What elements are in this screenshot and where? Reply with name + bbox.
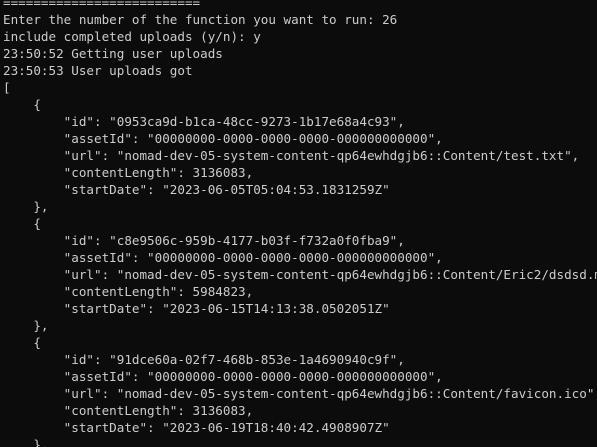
json-field-id: "id": "c8e9506c-959b-4177-b03f-f732a0f0f… [3, 233, 405, 248]
json-field-content-length: "contentLength": 5984823, [3, 284, 254, 299]
json-object-close: }, [3, 318, 49, 333]
json-field-id: "id": "91dce60a-02f7-468b-853e-1a4690940… [3, 352, 405, 367]
terminal-line-log-getting: 23:50:52 Getting user uploads [3, 46, 223, 61]
json-object-open: { [3, 97, 41, 112]
json-field-asset-id: "assetId": "00000000-0000-0000-0000-0000… [3, 250, 443, 265]
json-field-url: "url": "nomad-dev-05-system-content-qp64… [3, 148, 580, 163]
json-object-close: }, [3, 199, 49, 214]
json-field-start-date: "startDate": "2023-06-05T05:04:53.183125… [3, 182, 390, 197]
json-field-content-length: "contentLength": 3136083, [3, 403, 254, 418]
json-field-asset-id: "assetId": "00000000-0000-0000-0000-0000… [3, 369, 443, 384]
json-field-start-date: "startDate": "2023-06-19T18:40:42.490890… [3, 420, 390, 435]
json-array-open: [ [3, 80, 11, 95]
terminal-line-separator: ========================== [3, 0, 201, 10]
json-field-asset-id: "assetId": "00000000-0000-0000-0000-0000… [3, 131, 443, 146]
json-object-open: { [3, 335, 41, 350]
json-object-open: { [3, 216, 41, 231]
json-field-content-length: "contentLength": 3136083, [3, 165, 254, 180]
terminal-window[interactable]: ========================== Enter the num… [0, 0, 597, 447]
json-field-id: "id": "0953ca9d-b1ca-48cc-9273-1b17e68a4… [3, 114, 405, 129]
terminal-output: ========================== Enter the num… [3, 0, 597, 447]
json-field-url: "url": "nomad-dev-05-system-content-qp64… [3, 386, 597, 401]
json-field-url: "url": "nomad-dev-05-system-content-qp64… [3, 267, 597, 282]
json-field-start-date: "startDate": "2023-06-15T14:13:38.050205… [3, 301, 390, 316]
terminal-line-log-got: 23:50:53 User uploads got [3, 63, 193, 78]
terminal-line-prompt-completed: include completed uploads (y/n): y [3, 29, 261, 44]
terminal-line-prompt-function: Enter the number of the function you wan… [3, 12, 398, 27]
json-object-close: }, [3, 437, 49, 447]
